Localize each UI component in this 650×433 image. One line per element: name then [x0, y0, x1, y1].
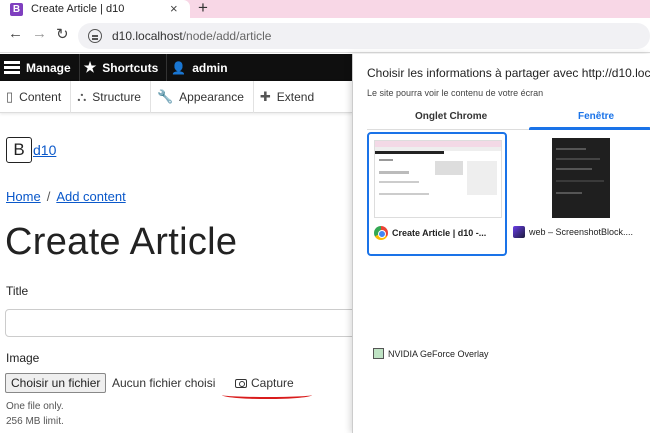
manage-label: Manage — [26, 60, 71, 75]
tab-chrome-tab[interactable]: Onglet Chrome — [415, 111, 487, 122]
no-file-text: Aucun fichier choisi — [112, 376, 216, 390]
tab-window[interactable]: Fenêtre — [578, 111, 614, 122]
screen-share-dialog: Choisir les informations à partager avec… — [352, 54, 650, 433]
tray-item-extend[interactable]: ✚ Extend — [254, 81, 323, 113]
browser-tab[interactable]: B Create Article | d10 × — [0, 0, 190, 18]
reload-icon[interactable]: ↻ — [56, 25, 69, 43]
address-bar[interactable]: d10.localhost/node/add/article — [78, 23, 650, 49]
tab-title: Create Article | d10 — [31, 3, 125, 15]
title-input[interactable] — [5, 309, 365, 337]
shortcuts-label: Shortcuts — [102, 60, 159, 75]
star-icon: ★ — [83, 59, 97, 75]
window-thumbnail — [374, 140, 502, 218]
site-name-link[interactable]: d10 — [33, 142, 56, 158]
source-label-text: Create Article | d10 -... — [392, 228, 487, 238]
choose-file-button[interactable]: Choisir un fichier — [5, 373, 107, 393]
user-button[interactable]: 👤 admin — [166, 54, 235, 81]
source-label-text: web – ScreenshotBlock.... — [529, 227, 634, 237]
source-label: web – ScreenshotBlock.... — [513, 226, 633, 238]
active-tab-indicator — [529, 127, 650, 130]
browser-tab-strip: B Create Article | d10 × + — [0, 0, 650, 18]
chrome-icon — [374, 226, 388, 240]
breadcrumb-add-content-link[interactable]: Add content — [56, 189, 125, 204]
site-info-icon[interactable] — [88, 29, 102, 43]
shortcuts-button[interactable]: ★ Shortcuts — [78, 54, 167, 81]
tray-item-content[interactable]: ▯ Content — [0, 80, 72, 113]
window-thumbnail — [552, 138, 610, 218]
content-icon: ▯ — [6, 88, 14, 104]
page-content: B d10 Home / Add content Create Article Ti… — [0, 113, 365, 433]
ide-icon — [513, 226, 525, 238]
capture-button[interactable]: Capture — [235, 376, 294, 390]
admin-toolbar: Manage ★ Shortcuts 👤 admin — [0, 54, 352, 81]
title-field-label: Title — [6, 284, 29, 298]
capture-label: Capture — [251, 376, 294, 390]
site-logo[interactable]: B — [6, 137, 32, 163]
back-arrow-icon[interactable]: ← — [8, 25, 23, 42]
breadcrumb-home-link[interactable]: Home — [6, 189, 41, 204]
nvidia-icon — [373, 348, 384, 359]
source-label-text: NVIDIA GeForce Overlay — [388, 348, 489, 359]
drupal-favicon-icon: B — [10, 2, 23, 16]
breadcrumb-separator: / — [46, 189, 51, 204]
extend-icon: ✚ — [259, 88, 271, 104]
tray-item-label: Content — [19, 89, 62, 104]
tray-item-appearance[interactable]: 🔧 Appearance — [151, 80, 254, 113]
new-tab-icon[interactable]: + — [198, 0, 208, 18]
url-host: d10.localhost — [112, 29, 183, 43]
tray-item-label: Extend — [276, 89, 315, 104]
user-label: admin — [192, 60, 228, 75]
camera-icon — [235, 378, 247, 388]
source-window-ide[interactable]: web – ScreenshotBlock.... — [511, 132, 650, 256]
admin-tray: ▯ Content ⛬ Structure 🔧 Appearance ✚ Ext… — [0, 80, 352, 113]
hamburger-icon — [4, 61, 20, 74]
page-title: Create Article — [5, 221, 238, 263]
tray-item-structure[interactable]: ⛬ Structure — [71, 80, 151, 113]
tray-item-label: Appearance — [179, 89, 244, 104]
dialog-tabs: Onglet Chrome Fenêtre — [367, 106, 650, 130]
breadcrumb: Home / Add content — [6, 189, 126, 204]
dialog-subtitle: Le site pourra voir le contenu de votre … — [367, 88, 544, 98]
source-label: NVIDIA GeForce Overlay — [373, 348, 489, 359]
wrench-icon: 🔧 — [156, 88, 174, 104]
help-text-one-file: One file only. — [6, 401, 64, 412]
url-path: /node/add/article — [182, 29, 272, 43]
help-text-size-limit: 256 MB limit. — [6, 416, 64, 427]
source-label: Create Article | d10 -... — [374, 226, 486, 240]
url-text: d10.localhost/node/add/article — [112, 29, 271, 43]
red-annotation-underline — [222, 391, 312, 399]
user-icon: 👤 — [171, 60, 187, 75]
image-field-label: Image — [6, 351, 40, 365]
tray-item-label: Structure — [92, 89, 141, 104]
dialog-title: Choisir les informations à partager avec… — [367, 66, 650, 80]
structure-icon: ⛬ — [77, 88, 87, 104]
browser-toolbar: ← → ↻ d10.localhost/node/add/article — [0, 18, 650, 53]
manage-button[interactable]: Manage — [0, 54, 79, 81]
close-tab-icon[interactable]: × — [170, 1, 178, 16]
source-window-create-article[interactable]: Create Article | d10 -... — [367, 132, 507, 256]
source-window-nvidia[interactable]: NVIDIA GeForce Overlay — [367, 334, 507, 364]
forward-arrow-icon[interactable]: → — [32, 25, 47, 42]
